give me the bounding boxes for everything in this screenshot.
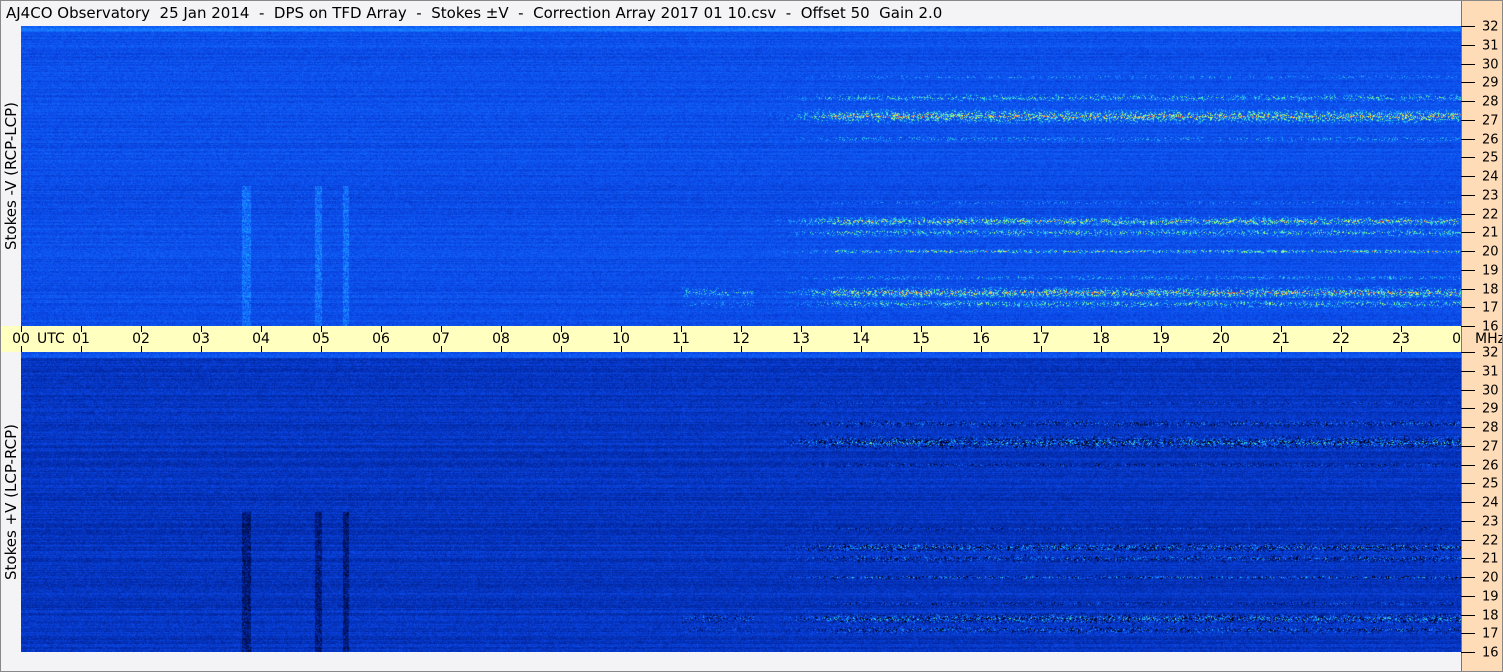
freq-tick-mark [1461, 558, 1475, 559]
freq-tick-label: 23 [1482, 514, 1499, 530]
time-tick-label: 11 [672, 331, 690, 347]
freq-tick-mark [1461, 251, 1475, 252]
freq-tick-mark [1461, 596, 1475, 597]
freq-tick-label: 22 [1482, 207, 1499, 222]
freq-tick-label: 27 [1482, 439, 1499, 455]
time-tick-label: 03 [192, 331, 210, 347]
freq-tick-label: 18 [1482, 282, 1499, 297]
freq-tick-mark [1461, 139, 1475, 140]
time-tick-label: 14 [852, 331, 870, 347]
freq-tick-mark [1461, 465, 1475, 466]
freq-tick-label: 28 [1482, 94, 1499, 110]
freq-tick-mark [1461, 232, 1475, 233]
freq-tick-mark [1461, 502, 1475, 503]
freq-tick-mark [1461, 390, 1475, 391]
freq-tick-mark [1461, 408, 1475, 409]
freq-tick-label: 31 [1482, 38, 1499, 54]
window-title: AJ4CO Observatory 25 Jan 2014 - DPS on T… [6, 4, 943, 22]
bottom-panel-label: Stokes +V (LCP-RCP) [2, 424, 20, 580]
time-tick-label: 13 [792, 331, 810, 347]
freq-tick-mark [1461, 195, 1475, 196]
freq-tick-mark [1461, 64, 1475, 65]
mhz-label: MHz [1475, 331, 1503, 347]
time-tick-label: 10 [612, 331, 630, 347]
freq-tick-mark [1461, 101, 1475, 102]
freq-tick-mark [1461, 157, 1475, 158]
freq-tick-mark [1461, 176, 1475, 177]
freq-tick-label: 16 [1482, 645, 1499, 661]
freq-tick-mark [1461, 615, 1475, 616]
time-tick-label: 23 [1392, 331, 1410, 347]
freq-tick-mark [1461, 521, 1475, 522]
freq-tick-label: 21 [1482, 225, 1499, 241]
freq-tick-mark [1461, 120, 1475, 121]
freq-tick-label: 30 [1482, 383, 1499, 398]
freq-tick-label: 17 [1482, 626, 1499, 642]
spectrogram-stokes-minus-v [21, 26, 1461, 326]
time-tick-label: 16 [972, 331, 990, 347]
freq-tick-mark [1461, 82, 1475, 83]
freq-tick-label: 27 [1482, 113, 1499, 129]
freq-tick-label: 29 [1482, 401, 1499, 417]
time-tick-label: 12 [732, 331, 750, 347]
freq-tick-label: 20 [1482, 244, 1499, 260]
time-tick-label: 18 [1092, 331, 1110, 347]
time-tick-label: 00 [12, 331, 30, 347]
freq-tick-label: 28 [1482, 420, 1499, 436]
freq-tick-label: 17 [1482, 300, 1499, 316]
freq-tick-mark [1461, 371, 1475, 372]
freq-tick-mark [1461, 307, 1475, 308]
freq-tick-mark [1461, 483, 1475, 484]
freq-tick-label: 18 [1482, 608, 1499, 623]
freq-tick-label: 31 [1482, 364, 1499, 380]
freq-tick-mark [1461, 270, 1475, 271]
freq-tick-label: 32 [1482, 345, 1499, 361]
freq-tick-mark [1461, 45, 1475, 46]
time-tick-label: 08 [492, 331, 510, 347]
time-tick-label: 15 [912, 331, 930, 347]
freq-tick-label: 24 [1482, 495, 1499, 511]
freq-tick-mark [1461, 427, 1475, 428]
spectrogram-stokes-plus-v [21, 352, 1461, 652]
time-tick-label: 07 [432, 331, 450, 347]
freq-tick-mark [1461, 577, 1475, 578]
freq-tick-mark [1461, 289, 1475, 290]
freq-tick-label: 26 [1482, 458, 1499, 473]
freq-tick-label: 24 [1482, 169, 1499, 185]
freq-tick-mark [1461, 652, 1475, 653]
freq-tick-mark [1461, 214, 1475, 215]
freq-tick-label: 30 [1482, 57, 1499, 72]
freq-tick-label: 25 [1482, 476, 1499, 492]
time-tick-label: 06 [372, 331, 390, 347]
freq-tick-label: 23 [1482, 188, 1499, 204]
freq-tick-mark [1461, 26, 1475, 27]
top-panel-label: Stokes -V (RCP-LCP) [2, 102, 20, 250]
freq-tick-label: 19 [1482, 263, 1499, 279]
utc-label: UTC [37, 331, 65, 347]
freq-tick-label: 22 [1482, 533, 1499, 548]
freq-tick-mark [1461, 326, 1475, 327]
freq-tick-label: 19 [1482, 589, 1499, 605]
time-tick-label: 09 [552, 331, 570, 347]
freq-tick-label: 25 [1482, 150, 1499, 166]
time-tick-label: 05 [312, 331, 330, 347]
time-tick-label: 04 [252, 331, 270, 347]
freq-tick-label: 21 [1482, 551, 1499, 567]
freq-tick-mark [1461, 540, 1475, 541]
freq-tick-label: 20 [1482, 570, 1499, 586]
time-tick-label: 19 [1152, 331, 1170, 347]
freq-tick-label: 26 [1482, 132, 1499, 147]
time-tick-label: 01 [72, 331, 90, 347]
time-tick-label: 02 [132, 331, 150, 347]
freq-tick-label: 32 [1482, 19, 1499, 35]
time-tick-label: 22 [1332, 331, 1350, 347]
time-tick-label: 20 [1212, 331, 1230, 347]
time-tick-label: 21 [1272, 331, 1290, 347]
freq-tick-label: 29 [1482, 75, 1499, 91]
freq-tick-mark [1461, 633, 1475, 634]
freq-tick-mark [1461, 352, 1475, 353]
time-tick-label: 17 [1032, 331, 1050, 347]
freq-tick-mark [1461, 446, 1475, 447]
